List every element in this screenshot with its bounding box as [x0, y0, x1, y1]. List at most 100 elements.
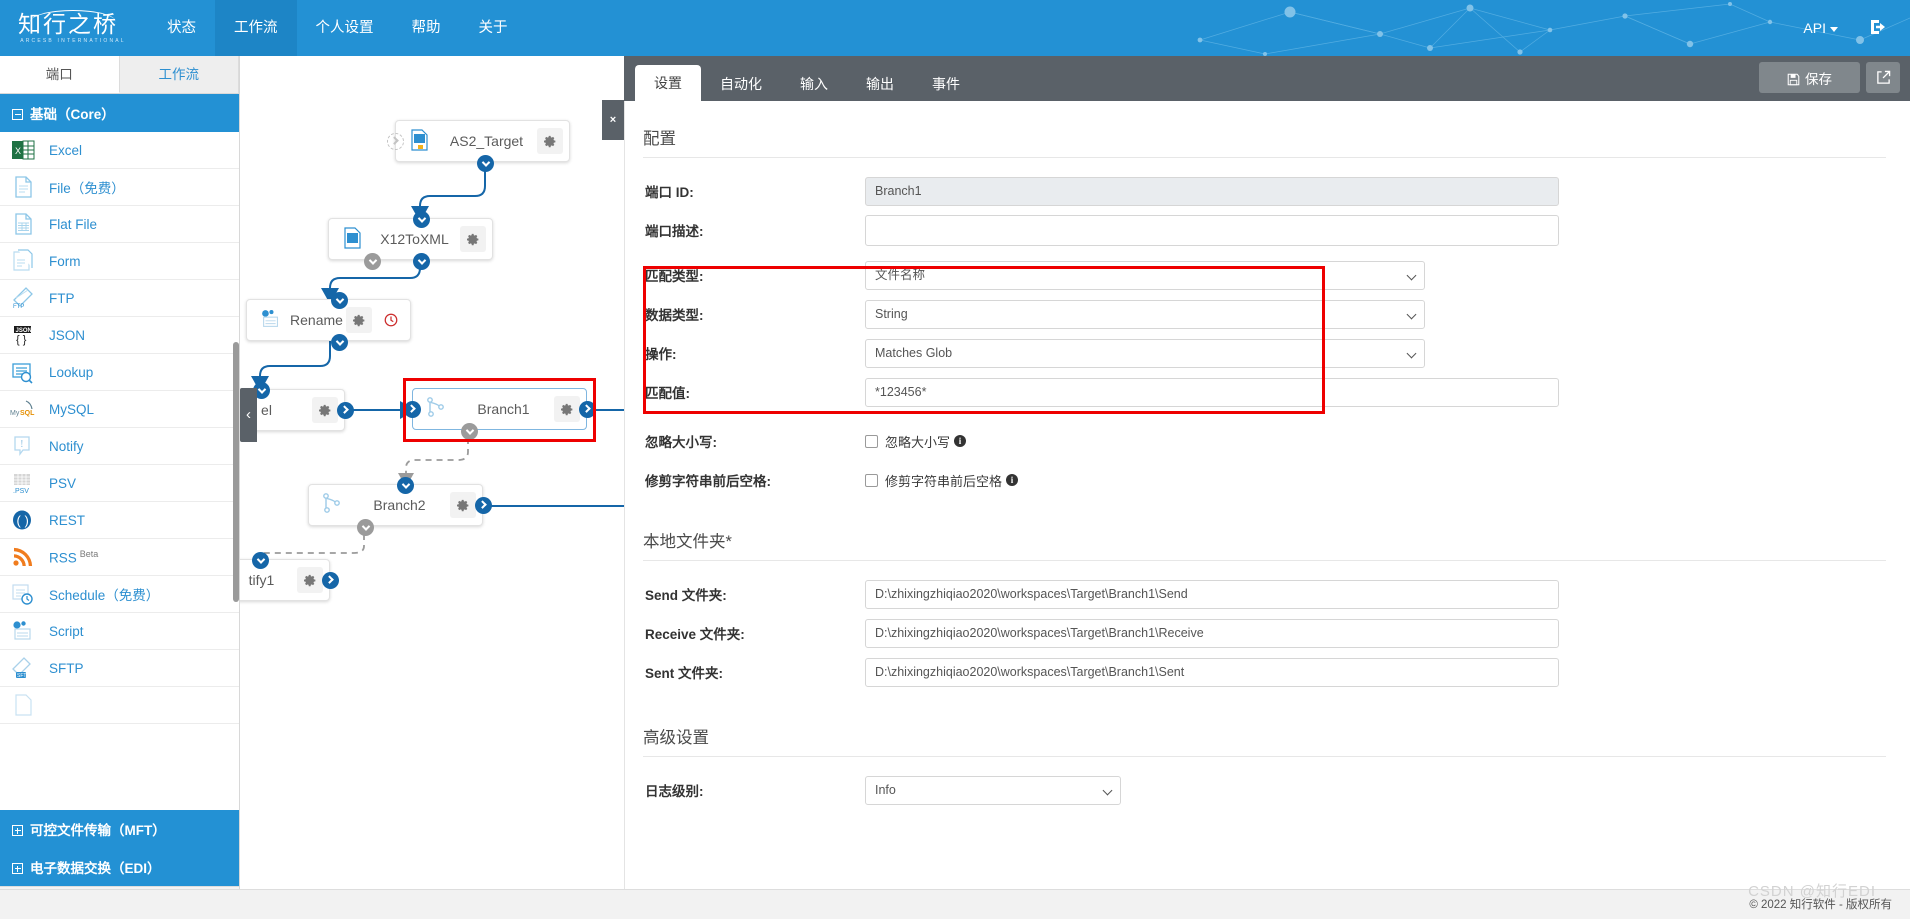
sidebar-item-lookup[interactable]: Lookup [0, 354, 239, 391]
operation-select[interactable]: Matches Glob [865, 338, 1425, 368]
info-icon[interactable]: i [954, 435, 967, 447]
sidebar-item-label: File（免费） [49, 181, 125, 196]
sidebar-tab-workflows[interactable]: 工作流 [120, 56, 239, 93]
trim-checkbox[interactable] [865, 473, 878, 487]
data-type-label: 数据类型: [645, 308, 704, 323]
svg-text:My: My [10, 410, 20, 417]
sidebar-item-label: SFTP [49, 660, 84, 676]
open-external-button[interactable] [1866, 62, 1900, 93]
sidebar-item-script[interactable]: Script [0, 613, 239, 650]
section-title-advanced: 高级设置 [643, 729, 709, 747]
ignore-case-checkbox[interactable] [865, 434, 878, 448]
nav-item-workflow[interactable]: 工作流 [215, 0, 297, 56]
nav-item-status[interactable]: 状态 [148, 0, 215, 56]
workflow-canvas[interactable]: AS2_Target X12ToXML Rename el Branch1 Br… [240, 56, 624, 919]
log-level-select[interactable]: Info [865, 775, 1121, 805]
psv-icon: .PSV [10, 471, 40, 495]
sidebar-item-psv[interactable]: .PSV PSV [0, 465, 239, 502]
sidebar-item-ftp[interactable]: FTP FTP [0, 280, 239, 317]
node-settings-button[interactable] [460, 226, 486, 252]
node-input-connector[interactable] [404, 401, 421, 418]
port-description-input[interactable] [865, 214, 1559, 246]
sidebar-tab-ports[interactable]: 端口 [0, 56, 120, 93]
tab-events[interactable]: 事件 [913, 67, 979, 101]
field-row-match-type: 匹配类型: 文件名称 [625, 256, 1910, 294]
save-button[interactable]: 保存 [1759, 62, 1860, 93]
sidebar-item-label: Flat File [49, 216, 98, 232]
app-logo[interactable]: 知行之桥 ARCESB INTERNATIONAL [18, 5, 128, 51]
sidebar-item-partial[interactable] [0, 687, 239, 724]
match-value-input[interactable]: *123456* [865, 377, 1559, 407]
tab-automation[interactable]: 自动化 [701, 67, 781, 101]
node-x12toxml[interactable]: X12ToXML [328, 211, 493, 270]
sent-folder-input[interactable]: D:\zhixingzhiqiao2020\workspaces\Target\… [865, 657, 1559, 687]
node-input-connector[interactable] [331, 292, 348, 309]
sidebar-item-mysql[interactable]: My SQL MySQL [0, 391, 239, 428]
receive-folder-input[interactable]: D:\zhixingzhiqiao2020\workspaces\Target\… [865, 618, 1559, 648]
data-type-select[interactable]: String [865, 299, 1425, 329]
nav-item-help[interactable]: 帮助 [393, 0, 460, 56]
tab-input[interactable]: 输入 [781, 67, 847, 101]
sidebar-item-label: MySQL [49, 401, 95, 417]
sidebar-item-json[interactable]: JSON{ } JSON [0, 317, 239, 354]
node-settings-button[interactable] [312, 397, 338, 423]
sidebar-group-mft[interactable]: 可控文件传输（MFT） [0, 810, 239, 848]
sidebar-item-file[interactable]: File（免费） [0, 169, 239, 206]
sidebar-item-form[interactable]: Form [0, 243, 239, 280]
beta-badge: Beta [79, 548, 99, 559]
node-input-connector[interactable] [387, 133, 404, 150]
sidebar-item-label: FTP [49, 290, 75, 306]
node-output-connector[interactable] [337, 402, 354, 419]
nav-item-personal-settings[interactable]: 个人设置 [297, 0, 393, 56]
nav-item-about[interactable]: 关于 [460, 0, 527, 56]
sidebar-collapse-handle[interactable]: ‹ [240, 388, 257, 442]
field-row-port-desc: 端口描述: [625, 211, 1910, 249]
node-settings-button[interactable] [297, 567, 323, 593]
node-output-connector[interactable] [331, 334, 348, 351]
sidebar-scrollbar[interactable] [233, 342, 239, 602]
send-folder-input[interactable]: D:\zhixingzhiqiao2020\workspaces\Target\… [865, 579, 1559, 609]
tab-settings[interactable]: 设置 [635, 65, 701, 101]
tab-output[interactable]: 输出 [847, 67, 913, 101]
node-false-connector[interactable] [357, 519, 374, 536]
node-disable-button[interactable] [378, 307, 404, 333]
port-id-input[interactable]: Branch1 [865, 176, 1559, 206]
node-settings-button[interactable] [346, 307, 372, 333]
close-panel-button[interactable]: × [602, 100, 624, 140]
node-input-connector[interactable] [397, 477, 414, 494]
node-settings-button[interactable] [450, 492, 476, 518]
logout-button[interactable] [1868, 17, 1888, 42]
node-output-connector[interactable] [477, 155, 494, 172]
sidebar-item-rest[interactable]: ( ) REST [0, 502, 239, 539]
node-error-connector[interactable] [364, 253, 381, 270]
match-type-select[interactable]: 文件名称 [865, 260, 1425, 290]
sidebar-item-notify[interactable]: ! Notify [0, 428, 239, 465]
node-branch2[interactable]: Branch2 [308, 477, 492, 536]
node-rename[interactable]: Rename [246, 292, 411, 351]
node-output-connector[interactable] [322, 572, 339, 589]
node-input-connector[interactable] [413, 211, 430, 228]
info-icon[interactable]: i [1006, 474, 1019, 486]
sidebar-item-schedule[interactable]: Schedule（免费） [0, 576, 239, 613]
api-dropdown[interactable]: API [1803, 0, 1838, 56]
node-label: Branch1 [477, 401, 530, 417]
node-input-connector[interactable] [252, 552, 269, 569]
sidebar-group-edi[interactable]: 电子数据交换（EDI） [0, 848, 239, 886]
node-notify1[interactable]: tify1 [240, 552, 339, 601]
node-output-connector[interactable] [579, 401, 596, 418]
node-output-connector[interactable] [475, 497, 492, 514]
chevron-down-icon [1406, 348, 1417, 358]
node-branch1[interactable]: Branch1 [404, 388, 596, 440]
sidebar-item-excel[interactable]: X Excel [0, 132, 239, 169]
sidebar-item-rss[interactable]: RSS Beta [0, 539, 239, 576]
node-settings-button[interactable] [537, 128, 563, 154]
sidebar-item-flat-file[interactable]: Flat File [0, 206, 239, 243]
sidebar-item-sftp[interactable]: SFTP SFTP [0, 650, 239, 687]
node-output-connector[interactable] [413, 253, 430, 270]
node-settings-button[interactable] [554, 396, 580, 422]
sidebar-bottom-groups: 可控文件传输（MFT） 电子数据交换（EDI） [0, 810, 239, 886]
log-level-label: 日志级别: [645, 784, 704, 799]
sidebar-group-core[interactable]: 基础（Core） [0, 94, 239, 132]
node-as2-target[interactable]: AS2_Target [387, 120, 570, 172]
node-false-connector[interactable] [461, 423, 478, 440]
